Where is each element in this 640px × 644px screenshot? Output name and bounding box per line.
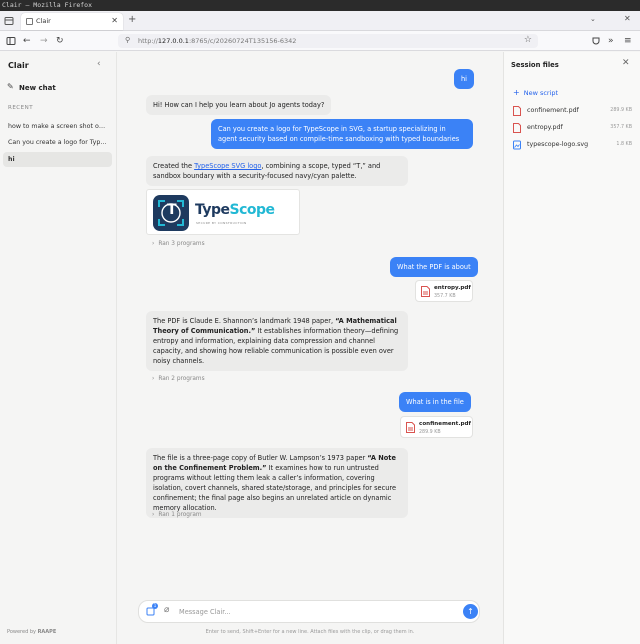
session-file-item[interactable]: entropy.pdf 357.7 KB	[513, 122, 634, 134]
reload-icon[interactable]: ↻	[56, 35, 64, 47]
sidebar-toggle-icon[interactable]	[6, 36, 16, 46]
file-name: entropy.pdf	[527, 124, 563, 131]
attached-file[interactable]: entropy.pdf 357.7 KB	[415, 280, 473, 302]
panel-title: Session files	[511, 61, 559, 69]
forward-arrow-icon[interactable]: →	[40, 35, 48, 47]
tab-clair[interactable]: Clair ✕	[21, 13, 123, 30]
ran-programs-toggle[interactable]: › Ran 2 programs	[152, 376, 205, 382]
edit-icon: ✎	[7, 82, 14, 91]
file-size: 357.7 KB	[434, 294, 456, 299]
chevron-right-icon: ›	[152, 376, 155, 382]
user-message: Can you create a logo for TypeScope in S…	[211, 119, 473, 149]
tab-title: Clair	[36, 17, 51, 25]
attached-file[interactable]: confinement.pdf 289.9 KB	[400, 416, 473, 438]
file-name: entropy.pdf	[434, 285, 471, 291]
logo-word-type: Type	[195, 202, 230, 218]
bookmark-star-icon[interactable]: ☆	[524, 35, 532, 45]
url-bar[interactable]: ⚲ http://127.0.0.1:8765/c/20260724T13515…	[118, 34, 538, 48]
firefox-view-icon[interactable]	[4, 16, 14, 26]
assistant-message: The file is a three-page copy of Butler …	[146, 448, 408, 518]
assistant-message: Hi! How can I help you learn about Jo ag…	[146, 95, 332, 115]
message-input[interactable]	[179, 606, 449, 618]
url-text[interactable]: http://127.0.0.1:8765/c/20260724T135156-…	[138, 37, 296, 45]
sidebar: Clair ‹ ✎ New chat RECENT how to make a …	[0, 52, 117, 644]
history-item[interactable]: how to make a screen shot on U...	[3, 119, 112, 134]
logo-glyph: T	[167, 202, 177, 218]
plus-icon: +	[513, 88, 520, 97]
assistant-message: Created the TypeScope SVG logo, combinin…	[146, 156, 408, 186]
file-size: 289.9 KB	[610, 108, 632, 113]
new-chat-button[interactable]: ✎ New chat	[6, 82, 111, 95]
file-size: 357.7 KB	[610, 125, 632, 130]
close-icon[interactable]: ✕	[622, 58, 630, 68]
file-name: confinement.pdf	[419, 421, 471, 427]
pocket-icon[interactable]	[591, 36, 601, 46]
new-script-label: New script	[523, 89, 559, 97]
history-item-active[interactable]: hi	[3, 152, 112, 167]
message-text: Created the	[153, 162, 195, 170]
file-name: typescope-logo.svg	[527, 141, 589, 148]
extensions-overflow-icon[interactable]: »	[608, 35, 614, 47]
message-composer: 1 ⌀ ↑	[138, 600, 480, 623]
attachment-count-badge: 1	[152, 603, 158, 609]
new-tab-icon[interactable]: +	[128, 14, 136, 25]
logo-tagline: SECURE BY CONSTRUCTION	[196, 221, 247, 225]
tab-strip: Clair ✕ + ⌄ ✕	[0, 11, 640, 31]
logo-link[interactable]: TypeScope SVG logo	[194, 162, 261, 170]
file-size: 1.8 KB	[616, 142, 632, 147]
chat-main: hi Hi! How can I help you learn about Jo…	[117, 52, 503, 644]
navigation-bar: ← → ↻ ⚲ http://127.0.0.1:8765/c/20260724…	[0, 31, 640, 51]
collapse-sidebar-icon[interactable]: ‹	[97, 59, 101, 69]
session-file-item[interactable]: confinement.pdf 289.9 KB	[513, 105, 634, 117]
back-arrow-icon[interactable]: ←	[23, 35, 31, 47]
url-host: 127.0.0.1	[157, 37, 189, 45]
app-brand: Clair	[8, 61, 29, 70]
paperclip-icon[interactable]: ⌀	[164, 605, 169, 615]
user-message: What is in the file	[399, 392, 471, 412]
composer-hint: Enter to send, Shift+Enter for a new lin…	[205, 629, 415, 635]
new-chat-label: New chat	[19, 84, 56, 92]
logo-preview[interactable]: T TypeScope SECURE BY CONSTRUCTION	[146, 189, 300, 235]
file-name: confinement.pdf	[527, 107, 579, 114]
ran-programs-label: Ran 2 programs	[158, 376, 205, 382]
pdf-file-icon	[513, 106, 521, 116]
url-prefix: http://	[138, 37, 158, 45]
pdf-file-icon	[513, 123, 521, 133]
ran-programs-toggle[interactable]: › Ran 3 programs	[152, 241, 205, 247]
pdf-file-icon	[406, 422, 415, 433]
history-item[interactable]: Can you create a logo for TypeS...	[3, 135, 112, 150]
session-files-panel: Session files ✕ + New script confinement.…	[503, 52, 640, 644]
ran-programs-label: Ran 1 program	[158, 512, 202, 518]
send-button[interactable]: ↑	[463, 604, 478, 619]
recent-heading: RECENT	[8, 105, 34, 111]
assistant-message: The PDF is Claude E. Shannon’s landmark …	[146, 311, 408, 371]
file-size: 289.9 KB	[419, 430, 441, 435]
chevron-right-icon: ›	[152, 241, 155, 247]
page-favicon-icon	[26, 18, 33, 25]
message-text: The PDF is Claude E. Shannon’s landmark …	[153, 317, 336, 325]
hamburger-menu-icon[interactable]: ≡	[624, 35, 632, 47]
logo-word-scope: Scope	[229, 202, 276, 218]
powered-by-brand: RAAPE	[37, 629, 57, 635]
chevron-down-icon[interactable]: ⌄	[590, 15, 596, 23]
message-text: The file is a three-page copy of Butler …	[153, 454, 368, 462]
powered-by-text: Powered by	[7, 629, 36, 635]
ran-programs-toggle[interactable]: › Ran 1 program	[152, 512, 202, 518]
pdf-file-icon	[421, 286, 430, 297]
url-path: :8765/c/20260724T135156-6342	[188, 37, 297, 45]
os-title-bar: Clair — Mozilla Firefox	[0, 0, 640, 11]
window-close-icon[interactable]: ✕	[624, 14, 631, 23]
new-script-button[interactable]: + New script	[513, 88, 558, 97]
user-message: What the PDF is about	[390, 257, 478, 277]
site-info-icon[interactable]: ⚲	[125, 36, 130, 44]
chevron-right-icon: ›	[152, 512, 155, 518]
logo-wordmark: TypeScope	[195, 202, 275, 218]
session-file-item[interactable]: typescope-logo.svg 1.8 KB	[513, 139, 634, 151]
powered-by: Powered by RAAPE	[7, 629, 56, 635]
ran-programs-label: Ran 3 programs	[158, 241, 205, 247]
user-message: hi	[454, 69, 475, 89]
image-file-icon	[513, 140, 521, 150]
tab-close-icon[interactable]: ✕	[111, 16, 118, 25]
